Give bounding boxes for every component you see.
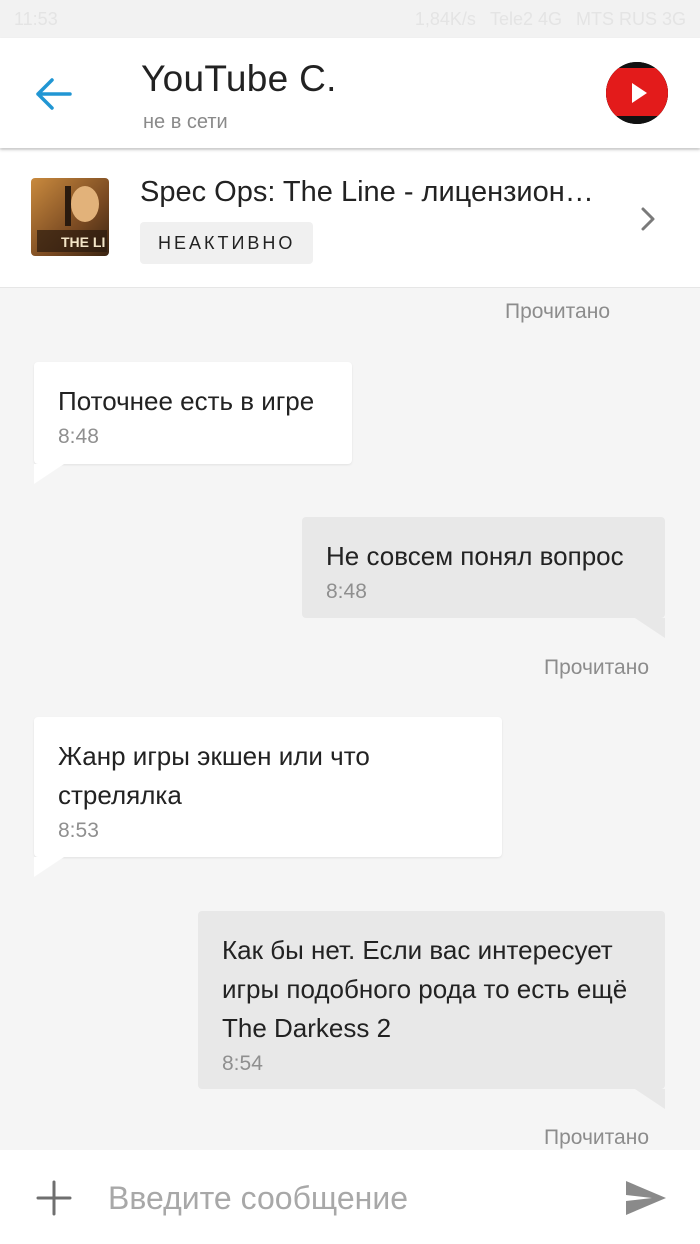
back-button[interactable] <box>32 74 76 114</box>
message-text: Не совсем понял вопрос <box>326 541 624 571</box>
outgoing-message[interactable]: Не совсем понял вопрос 8:48 <box>302 517 665 638</box>
read-receipt: Прочитано <box>544 1126 649 1149</box>
message-text: Жанр игры экшен или что стрелялка <box>58 741 370 810</box>
youtube-icon <box>606 62 668 124</box>
listing-title: Spec Ops: The Line - лицензион… <box>140 176 594 208</box>
status-time: 11:53 <box>14 8 58 29</box>
bubble-tail <box>635 618 665 638</box>
send-button[interactable] <box>624 1178 668 1218</box>
svg-text:THE LI: THE LI <box>61 234 105 250</box>
bubble-tail <box>635 1089 665 1109</box>
game-cover-image: THE LI <box>31 178 109 256</box>
carrier-2: MTS RUS 3G <box>575 8 686 29</box>
read-receipt: Прочитано <box>544 656 649 679</box>
arrow-left-icon <box>36 78 72 110</box>
contact-name: YouTube C. <box>141 58 337 99</box>
network-speed: 1,84K/s <box>414 8 476 29</box>
message-text: Поточнее есть в игре <box>58 386 315 416</box>
plus-icon <box>36 1180 72 1216</box>
chevron-right-icon <box>641 207 655 231</box>
send-icon <box>626 1181 666 1215</box>
message-input[interactable] <box>108 1172 588 1224</box>
incoming-message[interactable]: Поточнее есть в игре 8:48 <box>34 362 352 484</box>
avatar[interactable] <box>606 62 668 124</box>
message-composer <box>0 1150 700 1244</box>
message-time: 8:54 <box>222 1052 263 1075</box>
status-indicators: 1,84K/s Tele2 4G MTS RUS 3G <box>415 9 686 30</box>
listing-open[interactable] <box>638 206 658 232</box>
listing-status-badge: НЕАКТИВНО <box>140 222 314 264</box>
message-time: 8:48 <box>58 425 99 448</box>
carrier-1: Tele2 4G <box>489 8 562 29</box>
incoming-message[interactable]: Жанр игры экшен или что стрелялка 8:53 <box>34 717 502 877</box>
read-receipt: Прочитано <box>505 300 610 323</box>
chat-header: YouTube C. не в сети <box>0 38 700 148</box>
message-text: Как бы нет. Если вас интересует игры под… <box>222 935 628 1043</box>
message-time: 8:48 <box>326 580 367 603</box>
bubble-tail <box>34 857 64 877</box>
status-bar: 11:53 1,84K/s Tele2 4G MTS RUS 3G <box>0 0 700 38</box>
attach-button[interactable] <box>36 1180 72 1216</box>
outgoing-message[interactable]: Как бы нет. Если вас интересует игры под… <box>198 911 665 1109</box>
listing-card[interactable]: THE LI Spec Ops: The Line - лицензион… Н… <box>0 150 700 288</box>
message-time: 8:53 <box>58 819 99 842</box>
bubble-tail <box>34 464 64 484</box>
contact-status: не в сети <box>143 111 228 133</box>
listing-thumbnail: THE LI <box>31 178 109 256</box>
